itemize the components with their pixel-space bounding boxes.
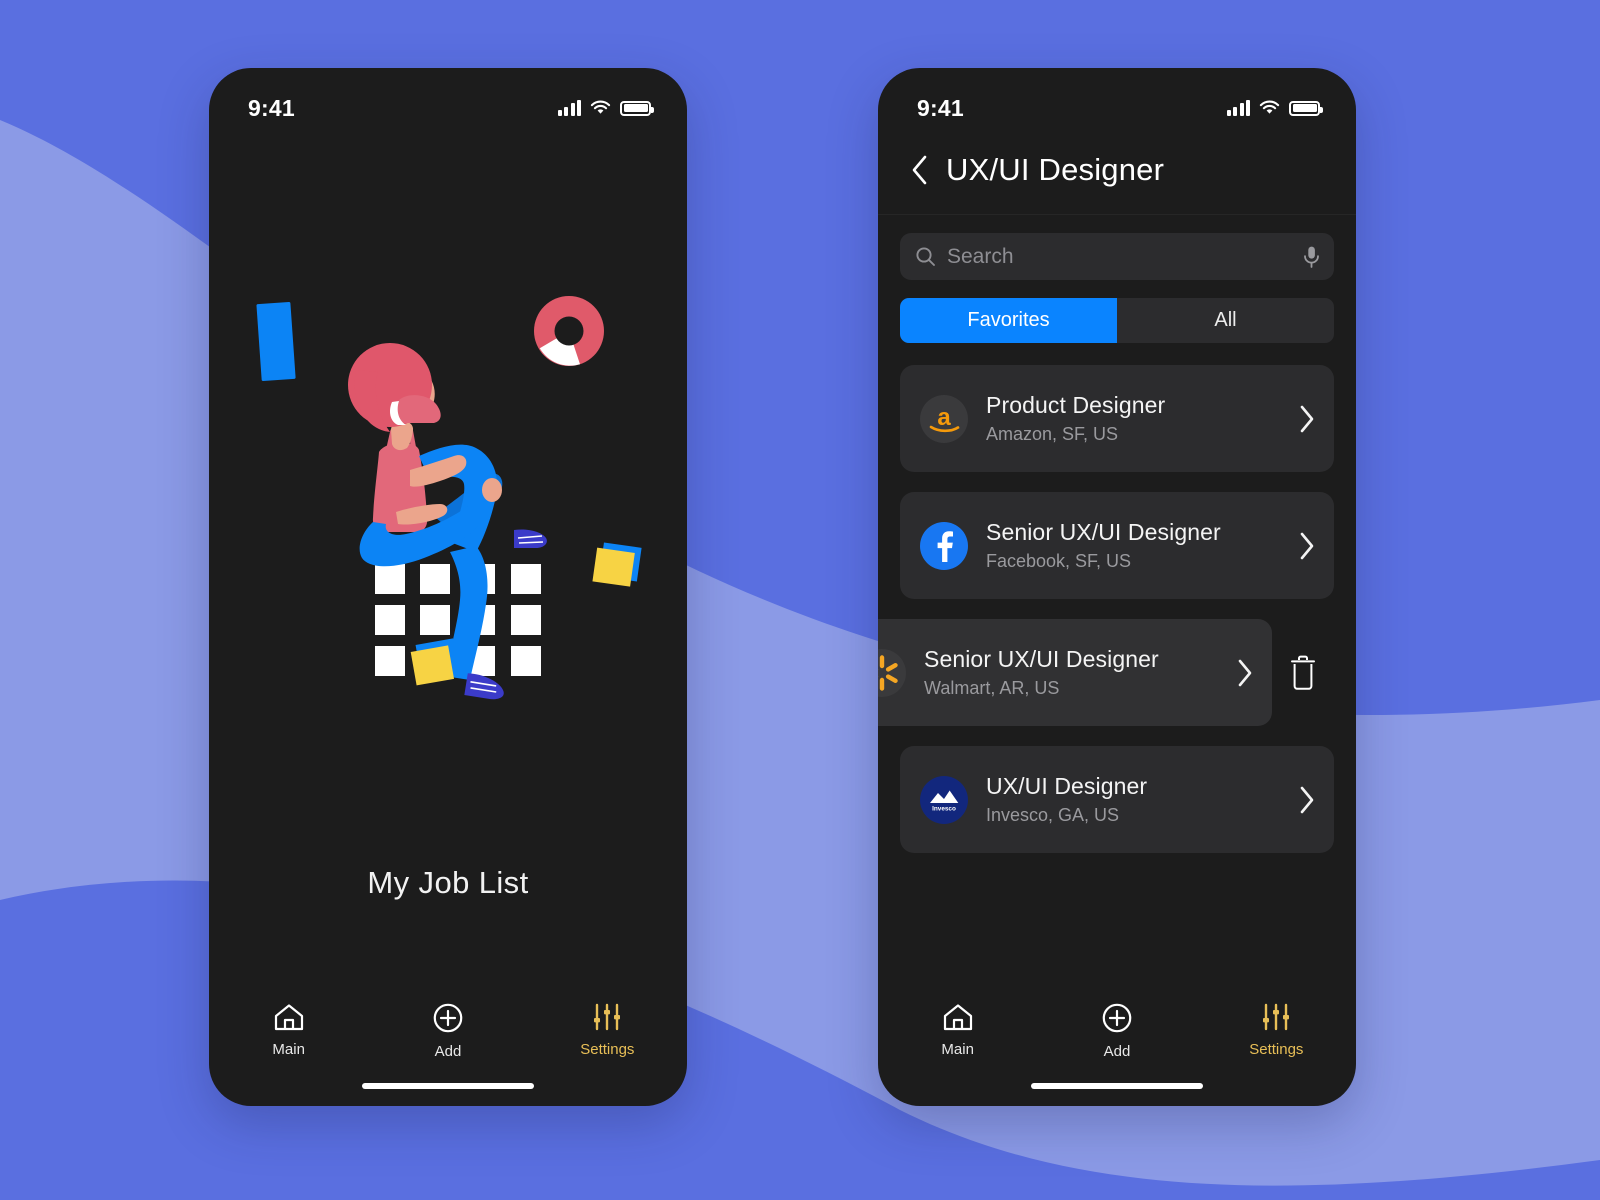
home-indicator (1031, 1083, 1203, 1089)
chevron-left-icon[interactable] (910, 154, 929, 186)
phone-left: 9:41 My Job List Main Add Settings (209, 68, 687, 1106)
tab-favorites[interactable]: Favorites (900, 298, 1117, 343)
job-subtitle: Walmart, AR, US (924, 678, 1060, 698)
tabbar-left: Main Add Settings (209, 988, 687, 1106)
job-title: Senior UX/UI Designer (924, 646, 1159, 672)
woman-sitting-on-grid-illustration (256, 296, 642, 700)
invesco-logo: Invesco (920, 775, 968, 824)
tab-favorites-label: Favorites (967, 309, 1050, 331)
job-subtitle: Facebook, SF, US (986, 551, 1132, 571)
illustration-container (209, 280, 687, 710)
chevron-right-icon[interactable] (1236, 658, 1254, 688)
battery-full-icon (1289, 100, 1323, 116)
status-bar-left: 9:41 (209, 68, 687, 130)
job-list: a Product Designer Amazon, SF, US Senior… (878, 343, 1356, 853)
blue-rect-decoration (256, 302, 296, 381)
tab-main-label: Main (941, 1041, 974, 1058)
nav-header: UX/UI Designer (878, 130, 1356, 215)
page-title: UX/UI Designer (946, 152, 1165, 187)
job-text: Senior UX/UI Designer Facebook, SF, US (986, 519, 1280, 572)
plus-circle-icon (433, 1003, 463, 1033)
tab-main-label: Main (272, 1041, 305, 1058)
status-icons (1226, 100, 1323, 116)
phone-right: 9:41 UX/UI Designer Search Favorites All… (878, 68, 1356, 1106)
tab-main[interactable]: Main (878, 1002, 1037, 1058)
plus-circle-icon (1102, 1003, 1132, 1033)
tab-settings[interactable]: Settings (528, 1002, 687, 1058)
figure-shoe-lower (464, 673, 504, 700)
amazon-logo: a (920, 394, 968, 443)
tabbar-right: Main Add Settings (878, 988, 1356, 1106)
chevron-right-icon[interactable] (1298, 404, 1316, 434)
wifi-icon (1259, 100, 1280, 114)
search-icon (916, 247, 935, 266)
wifi-icon (590, 100, 611, 114)
search-section: Search (878, 215, 1356, 280)
page-title: My Job List (367, 865, 529, 900)
tab-settings[interactable]: Settings (1197, 1002, 1356, 1058)
segmented-control-section: Favorites All (878, 280, 1356, 343)
home-icon (274, 1004, 303, 1031)
yellow-card-bottom (410, 638, 459, 686)
tab-add-label: Add (434, 1043, 462, 1060)
job-text: Product Designer Amazon, SF, US (986, 392, 1280, 445)
status-icons (557, 100, 654, 116)
tab-settings-label: Settings (1249, 1041, 1304, 1058)
svg-text:a: a (937, 404, 951, 431)
chevron-right-icon[interactable] (1298, 531, 1316, 561)
job-title: Product Designer (986, 392, 1166, 418)
status-time: 9:41 (248, 94, 295, 121)
job-title: Senior UX/UI Designer (986, 519, 1221, 545)
figure-shoe-upper (514, 529, 547, 548)
tab-add[interactable]: Add (1037, 1002, 1196, 1060)
yellow-card-right (592, 542, 642, 587)
microphone-icon[interactable] (1303, 245, 1320, 269)
tab-add[interactable]: Add (368, 1002, 527, 1060)
walmart-logo (878, 648, 906, 697)
tab-all[interactable]: All (1117, 298, 1334, 343)
delete-button[interactable] (1286, 654, 1320, 692)
job-list-item-swiped[interactable]: Senior UX/UI Designer Walmart, AR, US (878, 619, 1315, 726)
trash-icon (1291, 655, 1315, 690)
home-indicator (362, 1083, 534, 1089)
status-bar-right: 9:41 (878, 68, 1356, 130)
job-list-item[interactable]: a Product Designer Amazon, SF, US (900, 365, 1334, 472)
tab-settings-label: Settings (580, 1041, 635, 1058)
job-subtitle: Amazon, SF, US (986, 424, 1119, 444)
left-screen-body: My Job List Main Add Settings (209, 130, 687, 1106)
battery-full-icon (620, 100, 654, 116)
donut-chart-decoration (534, 296, 604, 366)
signal-bars-icon (1226, 100, 1250, 116)
status-time: 9:41 (917, 94, 964, 121)
job-text: UX/UI Designer Invesco, GA, US (986, 773, 1280, 826)
tab-main[interactable]: Main (209, 1002, 368, 1058)
chevron-right-icon[interactable] (1298, 785, 1316, 815)
tab-all-label: All (1214, 309, 1237, 331)
screenshot-stage: 9:41 My Job List Main Add Settings 9:41 … (0, 0, 1600, 1200)
job-subtitle: Invesco, GA, US (986, 805, 1120, 825)
sliders-icon (1263, 1003, 1290, 1031)
search-bar[interactable]: Search (900, 233, 1334, 280)
sliders-icon (594, 1003, 621, 1031)
tab-add-label: Add (1103, 1043, 1131, 1060)
figure-knee-patch (482, 478, 502, 502)
job-text: Senior UX/UI Designer Walmart, AR, US (924, 646, 1218, 699)
job-title: UX/UI Designer (986, 773, 1148, 799)
home-icon (943, 1004, 972, 1031)
signal-bars-icon (557, 100, 581, 116)
job-list-item[interactable]: Senior UX/UI Designer Facebook, SF, US (900, 492, 1334, 599)
job-list-item[interactable]: Invesco UX/UI Designer Invesco, GA, US (900, 746, 1334, 853)
segmented-control: Favorites All (900, 298, 1334, 343)
svg-text:Invesco: Invesco (932, 805, 956, 812)
search-input-placeholder[interactable]: Search (947, 245, 1292, 269)
facebook-logo (920, 521, 968, 570)
